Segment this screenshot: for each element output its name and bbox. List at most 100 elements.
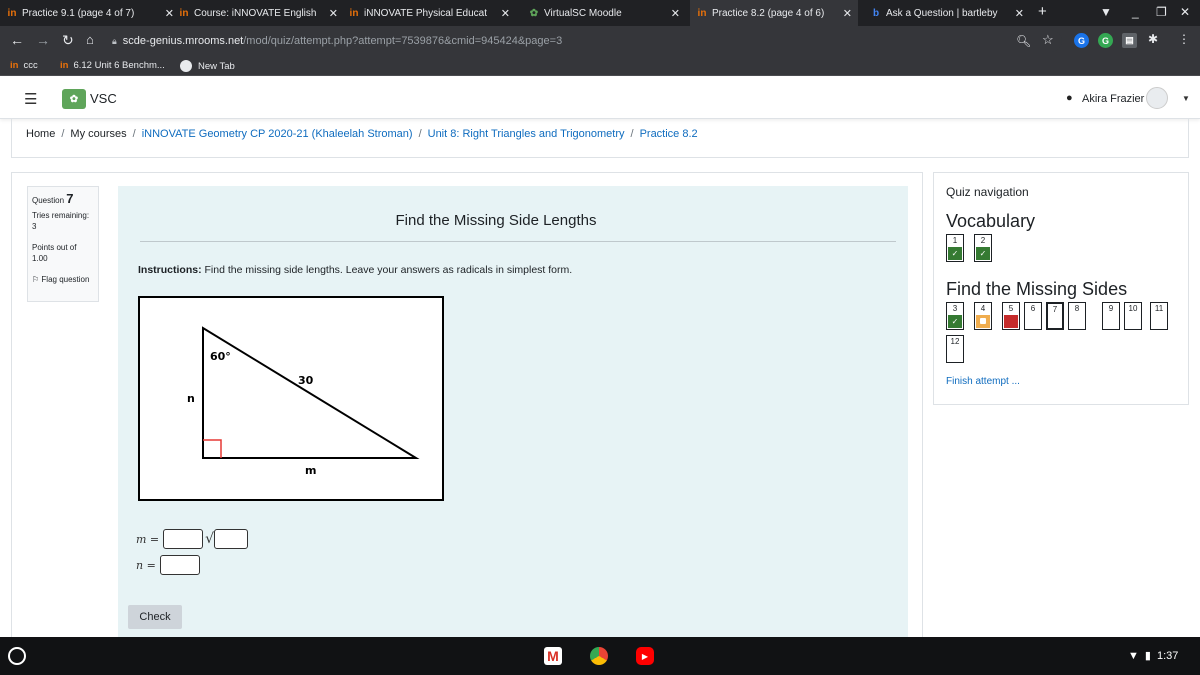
browser-tab[interactable]: in iNNOVATE Physical Educat ✕ <box>348 0 510 26</box>
tries-remaining: Tries remaining: 3 <box>32 211 90 231</box>
home-icon[interactable]: ⌂ <box>86 32 94 47</box>
angle-label: 60° <box>210 350 231 363</box>
quiz-nav-button[interactable]: 5 <box>1002 302 1020 330</box>
flag-question-link[interactable]: ⚐ Flag question <box>32 274 94 285</box>
site-navbar: ☰ ✿ VSC ● Akira Frazier ▼ <box>0 77 1200 119</box>
tab-search-icon[interactable]: ▼ <box>1100 5 1112 19</box>
close-tab-icon[interactable]: ✕ <box>501 7 510 20</box>
extension-g-icon[interactable]: G <box>1098 33 1113 48</box>
sqrt-icon: √ <box>205 531 215 547</box>
tab-title: iNNOVATE Physical Educat <box>364 7 488 19</box>
bookmark-label: ccc <box>23 60 38 71</box>
check-icon: ✓ <box>948 315 962 328</box>
site-brand[interactable]: VSC <box>90 91 117 106</box>
youtube-icon[interactable]: ▶ <box>636 647 654 665</box>
extension-icon[interactable]: ▤ <box>1122 33 1137 48</box>
check-icon: ✓ <box>948 247 962 260</box>
tab-title: Course: iNNOVATE English <box>194 7 317 19</box>
minimize-icon[interactable]: _ <box>1132 5 1139 19</box>
tab-title: Practice 9.1 (page 4 of 7) <box>22 7 135 19</box>
back-arrow-icon[interactable]: ← <box>10 32 24 48</box>
answer-m-radicand-input[interactable] <box>214 529 249 549</box>
address-bar[interactable]: 🔒︎ scde-genius.mrooms.net/mod/quiz/attem… <box>112 30 1062 52</box>
reload-icon[interactable]: ↻ <box>62 32 74 49</box>
breadcrumb-separator: / <box>61 128 65 140</box>
section-title: Vocabulary <box>946 211 1036 231</box>
flag-icon: ⚐ <box>32 275 40 284</box>
browser-tab-active[interactable]: in Practice 8.2 (page 4 of 6) ✕ <box>690 0 858 26</box>
quiz-nav-button[interactable]: 1 ✓ <box>946 234 964 262</box>
extension-g-icon[interactable]: G <box>1074 33 1089 48</box>
clock: 1:37 <box>1156 649 1179 662</box>
close-tab-icon[interactable]: ✕ <box>671 7 680 20</box>
quiz-nav-button[interactable]: 2 ✓ <box>974 234 992 262</box>
answer-m-coefficient-input[interactable] <box>163 529 204 549</box>
zoom-search-icon[interactable]: 🔍︎ <box>1016 34 1031 48</box>
answer-n-input[interactable] <box>159 555 200 575</box>
finish-attempt-link[interactable]: Finish attempt ... <box>946 376 1020 387</box>
quiz-nav-button[interactable]: 9 <box>1102 302 1120 330</box>
wifi-icon: ▼ <box>1128 649 1139 662</box>
quiz-nav-button[interactable]: 4 <box>974 302 992 330</box>
breadcrumb-home[interactable]: Home <box>26 128 55 140</box>
quiz-nav-button[interactable]: 6 <box>1024 302 1042 330</box>
answer-n-row: n = <box>136 555 200 575</box>
browser-tab[interactable]: ✿ VirtualSC Moodle ✕ <box>528 0 680 26</box>
bookmark-label: New Tab <box>198 60 235 72</box>
breadcrumb: Home / My courses / iNNOVATE Geometry CP… <box>26 128 698 140</box>
bookmarks-bar: in ccc in 6.12 Unit 6 Benchm... New Tab <box>0 56 1200 76</box>
forward-arrow-icon[interactable]: → <box>36 32 50 48</box>
restore-icon[interactable]: ❐ <box>1156 5 1167 19</box>
extensions-puzzle-icon[interactable]: ✱ <box>1148 32 1158 46</box>
quiz-nav-button[interactable]: 8 <box>1068 302 1086 330</box>
avatar[interactable] <box>1146 87 1168 109</box>
window-close-icon[interactable]: ✕ <box>1180 5 1190 19</box>
close-tab-icon[interactable]: ✕ <box>329 7 338 20</box>
breadcrumb-activity[interactable]: Practice 8.2 <box>640 128 698 140</box>
quiz-nav-button-current[interactable]: 7 <box>1046 302 1064 330</box>
check-button[interactable]: Check <box>128 605 182 629</box>
browser-tab[interactable]: b Ask a Question | bartleby ✕ <box>870 0 1024 26</box>
quiz-nav-button[interactable]: 11 <box>1150 302 1168 330</box>
url-domain: scde-genius.mrooms.net <box>122 35 244 47</box>
quiz-nav-button[interactable]: 12 <box>946 335 964 363</box>
user-name[interactable]: Akira Frazier <box>1082 93 1144 105</box>
chrome-icon[interactable] <box>590 647 608 665</box>
bookmark-star-icon[interactable]: ☆ <box>1042 32 1054 48</box>
breadcrumb-course[interactable]: iNNOVATE Geometry CP 2020-21 (Khaleelah … <box>142 128 413 140</box>
bookmark-item[interactable]: in ccc <box>10 60 38 71</box>
os-taskbar: M ▶ ▼ ▮ 1:37 <box>0 637 1200 675</box>
status-tray[interactable]: ▼ ▮ 1:37 <box>1128 649 1179 663</box>
quiz-navigation: Quiz navigation Vocabulary 1 ✓ 2 ✓ Find th… <box>933 172 1189 405</box>
new-tab-icon[interactable]: + <box>1038 3 1047 20</box>
quiz-nav-button[interactable]: 3 ✓ <box>946 302 964 330</box>
instructions: Instructions: Find the missing side leng… <box>138 264 573 276</box>
messages-icon[interactable]: ● <box>1066 92 1073 104</box>
check-icon: ✓ <box>976 247 990 260</box>
browser-toolbar: ← → ↻ ⌂ 🔒︎ scde-genius.mrooms.net/mod/qu… <box>0 26 1200 56</box>
breadcrumb-separator: / <box>418 128 422 140</box>
tab-favicon-icon: in <box>179 7 189 19</box>
browser-tab[interactable]: in Course: iNNOVATE English ✕ <box>178 0 338 26</box>
vertical-leg-label: n <box>187 392 195 405</box>
browser-tab[interactable]: in Practice 9.1 (page 4 of 7) ✕ <box>6 0 174 26</box>
hypotenuse-label: 30 <box>298 374 314 387</box>
close-tab-icon[interactable]: ✕ <box>843 7 852 20</box>
tab-favicon-icon: b <box>872 7 880 19</box>
close-tab-icon[interactable]: ✕ <box>165 7 174 20</box>
tab-favicon-icon: in <box>7 7 17 19</box>
gmail-icon[interactable]: M <box>544 647 562 665</box>
launcher-icon[interactable] <box>8 647 26 665</box>
breadcrumb-my-courses[interactable]: My courses <box>70 128 126 140</box>
site-logo-icon[interactable]: ✿ <box>62 89 86 109</box>
close-tab-icon[interactable]: ✕ <box>1015 7 1024 20</box>
menu-kebab-icon[interactable]: ⋮ <box>1178 32 1190 46</box>
browser-tab-strip: in Practice 9.1 (page 4 of 7) ✕ in Cours… <box>0 0 1200 26</box>
hamburger-menu-icon[interactable]: ☰ <box>24 90 37 108</box>
breadcrumb-card: Home / My courses / iNNOVATE Geometry CP… <box>11 118 1189 158</box>
breadcrumb-unit[interactable]: Unit 8: Right Triangles and Trigonometry <box>428 128 625 140</box>
quiz-nav-button[interactable]: 10 <box>1124 302 1142 330</box>
caret-down-icon[interactable]: ▼ <box>1182 94 1190 103</box>
bookmark-item[interactable]: in 6.12 Unit 6 Benchm... <box>60 60 165 71</box>
bookmark-item[interactable]: New Tab <box>180 60 235 72</box>
